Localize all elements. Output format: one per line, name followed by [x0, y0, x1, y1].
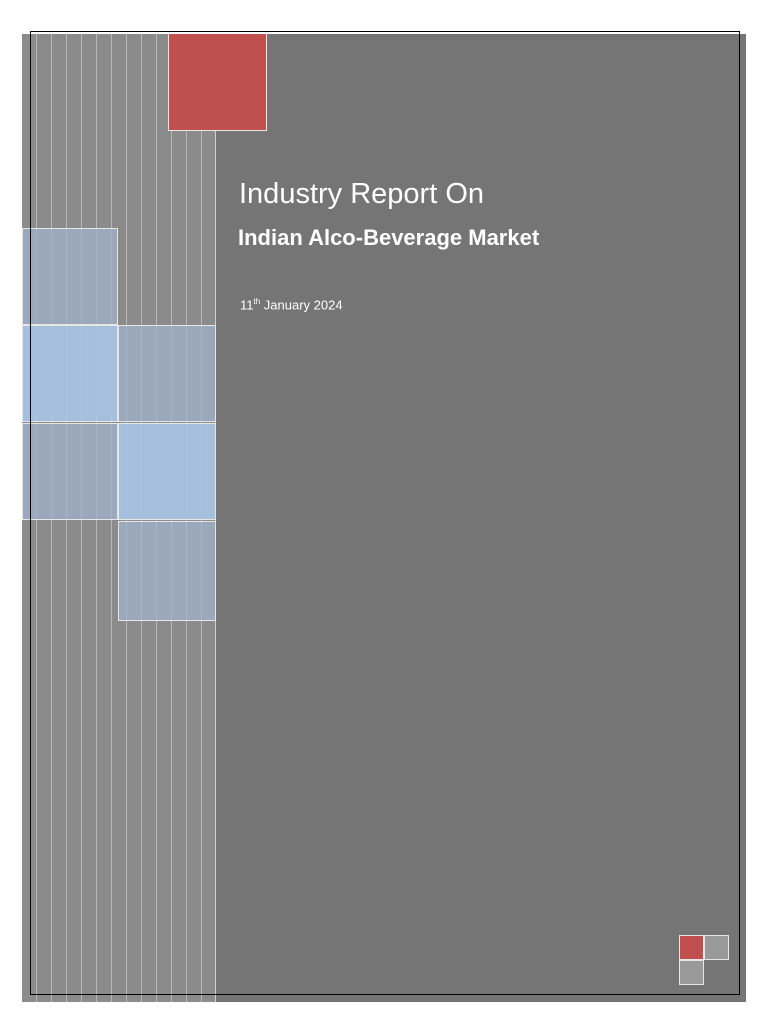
page-border	[30, 31, 740, 995]
report-date: 11th January 2024	[240, 297, 343, 312]
date-day: 11	[240, 297, 254, 313]
report-title: Industry Report On	[239, 178, 484, 210]
logo-square-red	[679, 935, 704, 960]
report-subtitle: Indian Alco-Beverage Market	[238, 225, 540, 250]
date-month-year: January 2024	[260, 297, 343, 313]
logo-square-grey	[704, 935, 729, 960]
logo-square-grey	[679, 960, 704, 985]
